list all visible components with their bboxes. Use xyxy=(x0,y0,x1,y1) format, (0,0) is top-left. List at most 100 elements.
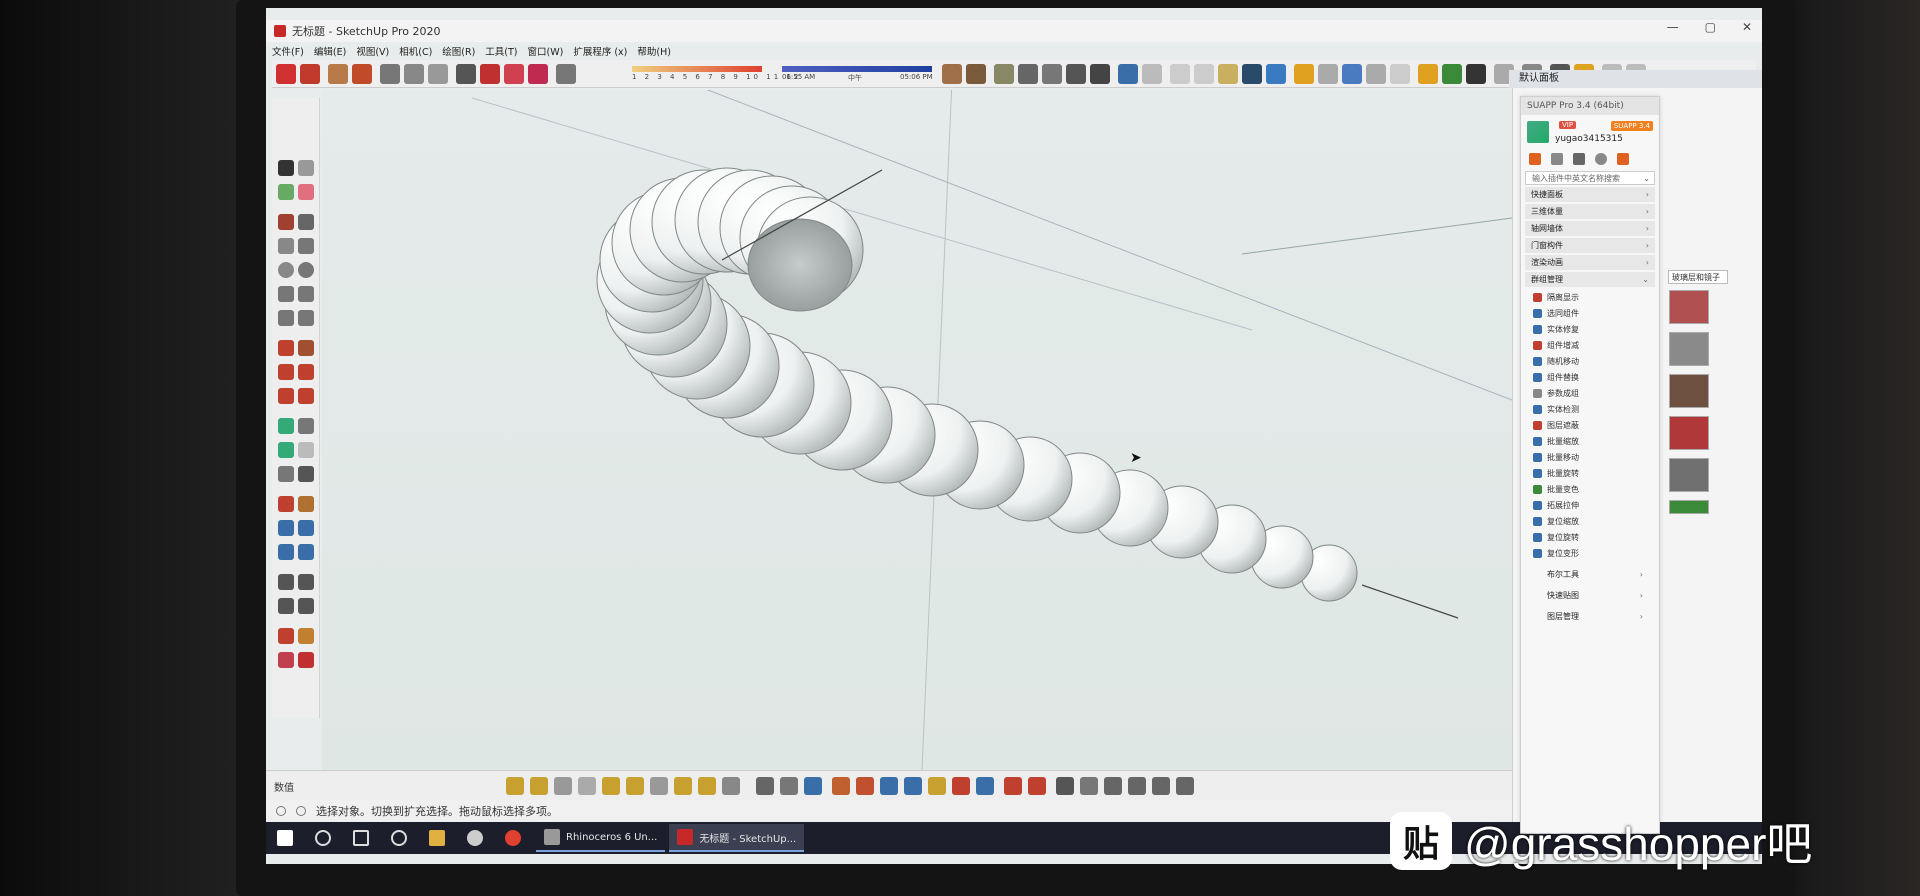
wireframe-icon[interactable] xyxy=(1142,64,1162,84)
3d-text-icon[interactable] xyxy=(298,466,314,482)
category-render-animation[interactable]: 渲染动画 › xyxy=(1525,255,1655,270)
material-swatch-2[interactable] xyxy=(1669,332,1709,366)
rotated-rect-icon[interactable] xyxy=(298,238,314,254)
ruby-console-icon[interactable] xyxy=(298,652,314,668)
front-view-icon[interactable] xyxy=(1042,64,1062,84)
door-icon[interactable] xyxy=(1080,777,1098,795)
zoom-window-icon[interactable] xyxy=(298,520,314,536)
minimize-button[interactable]: — xyxy=(1667,20,1679,34)
sub-extend-stretch[interactable]: 拓展拉伸 xyxy=(1521,497,1659,513)
matrix-icon[interactable] xyxy=(650,777,668,795)
cube-icon[interactable] xyxy=(832,777,850,795)
select-arrow-icon[interactable] xyxy=(278,160,294,176)
axes-icon[interactable] xyxy=(278,466,294,482)
menu-tools[interactable]: 工具(T) xyxy=(485,44,517,60)
sub-random-move[interactable]: 随机移动 xyxy=(1521,353,1659,369)
material-swatch-4[interactable] xyxy=(1669,416,1709,450)
cylinder-icon[interactable] xyxy=(880,777,898,795)
warehouse-icon[interactable] xyxy=(276,64,296,84)
modeling-viewport[interactable]: ➤ xyxy=(322,79,1513,771)
arc-icon[interactable] xyxy=(278,286,294,302)
monochrome-icon[interactable] xyxy=(1266,64,1286,84)
cone-icon[interactable] xyxy=(904,777,922,795)
layout-send-icon[interactable] xyxy=(278,652,294,668)
stairs-icon[interactable] xyxy=(674,777,692,795)
wedge-icon[interactable] xyxy=(928,777,946,795)
textured-icon[interactable] xyxy=(1218,64,1238,84)
push-pull-icon[interactable] xyxy=(328,64,348,84)
plugin-icon[interactable] xyxy=(1442,64,1462,84)
stack-icon[interactable] xyxy=(626,777,644,795)
section-tool-icon[interactable] xyxy=(298,598,314,614)
previous-view-icon[interactable] xyxy=(298,544,314,560)
sub-isolate-display[interactable]: 隔离显示 xyxy=(1521,289,1659,305)
shadow-toggle-icon[interactable] xyxy=(556,64,576,84)
two-point-arc-icon[interactable] xyxy=(298,286,314,302)
file-explorer-icon[interactable] xyxy=(429,830,445,846)
sub-solid-repair[interactable]: 实体修复 xyxy=(1521,321,1659,337)
sub-layer-mask[interactable]: 图层遮蔽 xyxy=(1521,417,1659,433)
move-icon[interactable] xyxy=(278,340,294,356)
task-view-icon[interactable] xyxy=(353,830,369,846)
sub-reset-rotate[interactable]: 复位旋转 xyxy=(1521,529,1659,545)
paint-icon[interactable] xyxy=(480,64,500,84)
info-status-icon[interactable] xyxy=(296,806,306,816)
box-icon[interactable] xyxy=(856,777,874,795)
roof-icon[interactable] xyxy=(1152,777,1170,795)
sub-component-add-remove[interactable]: 组件增减 xyxy=(1521,337,1659,353)
spiral-icon[interactable] xyxy=(804,777,822,795)
truss-icon[interactable] xyxy=(722,777,740,795)
back-view-icon[interactable] xyxy=(1090,64,1110,84)
curve-icon[interactable] xyxy=(976,777,994,795)
material-swatch-6[interactable] xyxy=(1669,500,1709,514)
layer-icon-2[interactable] xyxy=(530,777,548,795)
menu-window[interactable]: 窗口(W) xyxy=(528,44,564,60)
offset-tool-icon[interactable] xyxy=(298,388,314,404)
scale-icon[interactable] xyxy=(428,64,448,84)
polygon-icon[interactable] xyxy=(298,262,314,278)
scissors-icon[interactable] xyxy=(952,777,970,795)
text-tool-icon[interactable] xyxy=(298,442,314,458)
top-view-icon[interactable] xyxy=(1018,64,1038,84)
sync-icon[interactable] xyxy=(1318,64,1338,84)
layers-icon[interactable] xyxy=(1242,64,1262,84)
sandbox-icon[interactable] xyxy=(456,64,476,84)
category-doors-windows[interactable]: 门窗构件 › xyxy=(1525,238,1655,253)
ruler-icon[interactable] xyxy=(780,777,798,795)
menu-file[interactable]: 文件(F) xyxy=(272,44,304,60)
menu-help[interactable]: 帮助(H) xyxy=(637,44,671,60)
materials-dropdown[interactable]: 玻璃层和镜子 xyxy=(1668,270,1728,284)
paint-bucket-icon[interactable] xyxy=(278,184,294,200)
search-dropdown-icon[interactable]: ⌄ xyxy=(1643,172,1650,185)
camera-icon[interactable] xyxy=(1390,64,1410,84)
plugin-search-input[interactable]: 输入插件中英文名称搜索 ⌄ xyxy=(1525,171,1655,185)
geo-location-icon[interactable] xyxy=(276,806,286,816)
house-alt-icon[interactable] xyxy=(1128,777,1146,795)
material-swatch-3[interactable] xyxy=(1669,374,1709,408)
house-icon[interactable] xyxy=(1104,777,1122,795)
follow-me-icon[interactable] xyxy=(298,364,314,380)
export-icon[interactable] xyxy=(1366,64,1386,84)
rectangle-icon[interactable] xyxy=(278,238,294,254)
zoom-icon[interactable] xyxy=(278,520,294,536)
menu-extensions[interactable]: 扩展程序 (x) xyxy=(573,44,627,60)
protractor-icon[interactable] xyxy=(278,442,294,458)
settings-icon[interactable] xyxy=(391,830,407,846)
line-tool-icon[interactable] xyxy=(278,214,294,230)
sub-batch-rotate[interactable]: 批量旋转 xyxy=(1521,465,1659,481)
xray-icon[interactable] xyxy=(1118,64,1138,84)
chrome-icon[interactable] xyxy=(505,830,521,846)
shield-icon[interactable] xyxy=(1294,64,1314,84)
material-icon[interactable] xyxy=(504,64,524,84)
taskbar-app-sketchup[interactable]: 无标题 - SketchUp... xyxy=(669,824,805,852)
menu-camera[interactable]: 相机(C) xyxy=(399,44,432,60)
point-icon[interactable] xyxy=(1004,777,1022,795)
sub-parametric-group[interactable]: 参数成组 xyxy=(1521,385,1659,401)
maximize-button[interactable]: ▢ xyxy=(1705,20,1716,34)
section-plane-icon[interactable] xyxy=(942,64,962,84)
sub-reset-deform[interactable]: 复位变形 xyxy=(1521,545,1659,561)
category-boolean-tools[interactable]: 布尔工具 › xyxy=(1527,567,1653,582)
menu-icon[interactable] xyxy=(1617,153,1629,165)
pen-icon[interactable] xyxy=(756,777,774,795)
pie-icon[interactable] xyxy=(298,310,314,326)
